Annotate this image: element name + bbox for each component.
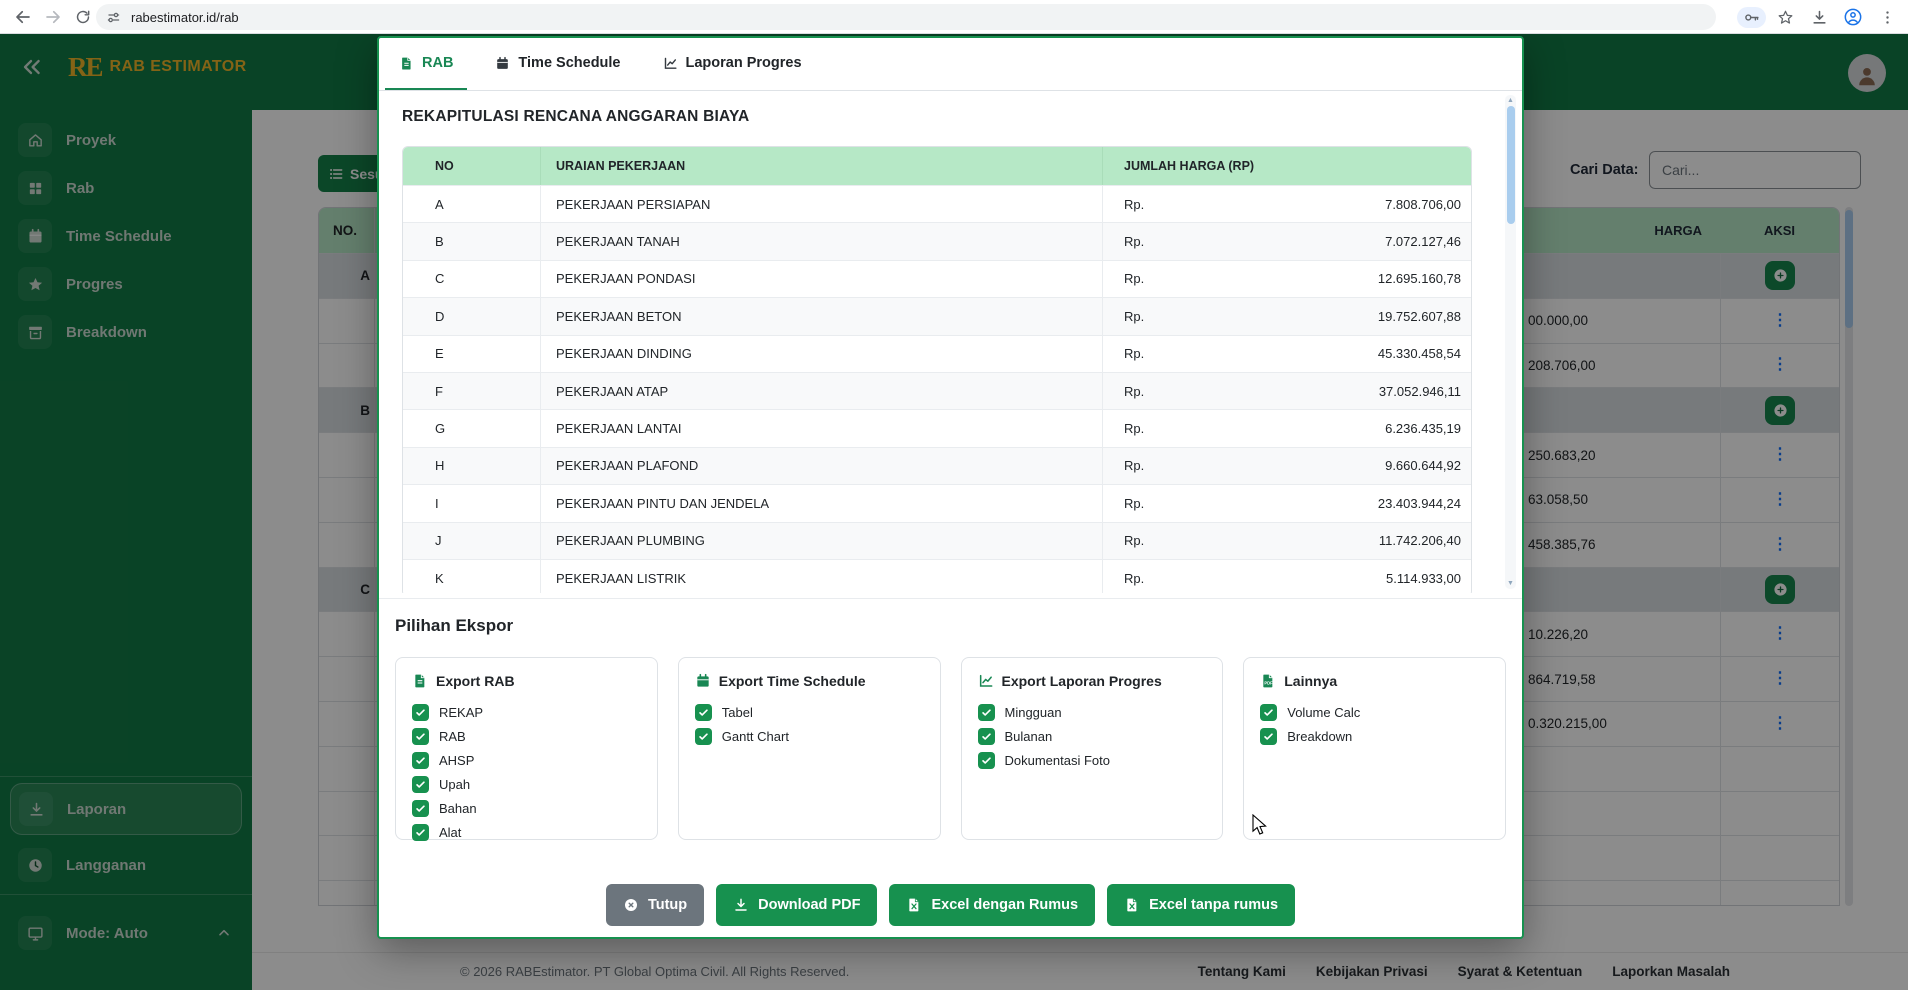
download-icon <box>733 897 749 913</box>
chart-icon <box>663 56 678 71</box>
modal-footer: Tutup Download PDF Excel dengan Rumus Ex… <box>379 884 1522 928</box>
rekap-row: DPEKERJAAN BETONRp.19.752.607,88 <box>403 297 1471 334</box>
downloads-icon[interactable] <box>1804 2 1834 32</box>
rekap-row: JPEKERJAAN PLUMBINGRp.11.742.206,40 <box>403 522 1471 559</box>
chart-icon <box>978 673 994 689</box>
modal-scroll-area[interactable]: REKAPITULASI RENCANA ANGGARAN BIAYA NO U… <box>379 91 1522 593</box>
rekap-row: EPEKERJAAN DINDINGRp.45.330.458,54 <box>403 335 1471 372</box>
scrollbar-thumb[interactable] <box>1507 106 1515 224</box>
checkbox-checked-icon <box>412 800 429 817</box>
checkbox-mingguan[interactable]: Mingguan <box>978 700 1207 724</box>
x-circle-icon <box>623 897 639 913</box>
checkbox-ahsp[interactable]: AHSP <box>412 748 641 772</box>
url-text: rabestimator.id/rab <box>131 10 239 25</box>
rekap-row: CPEKERJAAN PONDASIRp.12.695.160,78 <box>403 260 1471 297</box>
checkbox-checked-icon <box>412 776 429 793</box>
excel-file-icon <box>906 897 922 913</box>
tab-laporan-progres[interactable]: Laporan Progres <box>649 38 816 90</box>
rekap-row: FPEKERJAAN ATAPRp.37.052.946,11 <box>403 372 1471 409</box>
file-icon <box>412 673 428 689</box>
screen: rabestimator.id/rab RE RAB ESTIMATOR Pro… <box>0 0 1908 990</box>
browser-menu-icon[interactable] <box>1872 2 1902 32</box>
browser-forward-button[interactable] <box>38 2 68 32</box>
password-key-pill <box>1737 7 1766 28</box>
export-time-schedule-card: Export Time Schedule Tabel Gantt Chart <box>678 657 941 840</box>
export-heading: Pilihan Ekspor <box>395 616 1522 636</box>
download-pdf-button[interactable]: Download PDF <box>716 884 877 926</box>
calendar-icon <box>695 673 711 689</box>
site-settings-icon[interactable] <box>106 10 121 25</box>
modal-title: REKAPITULASI RENCANA ANGGARAN BIAYA <box>402 108 1522 126</box>
browser-reload-button[interactable] <box>68 2 98 32</box>
checkbox-alat[interactable]: Alat <box>412 820 641 844</box>
rekap-row: GPEKERJAAN LANTAIRp.6.236.435,19 <box>403 409 1471 446</box>
checkbox-checked-icon <box>978 752 995 769</box>
calendar-icon <box>495 56 510 71</box>
checkbox-checked-icon <box>695 704 712 721</box>
bookmark-star-icon[interactable] <box>1770 2 1800 32</box>
scroll-up-arrow[interactable]: ▲ <box>1505 97 1516 104</box>
checkbox-tabel[interactable]: Tabel <box>695 700 924 724</box>
tab-rab[interactable]: RAB <box>385 38 467 90</box>
checkbox-dokumentasi-foto[interactable]: Dokumentasi Foto <box>978 748 1207 772</box>
checkbox-checked-icon <box>1260 728 1277 745</box>
checkbox-bulanan[interactable]: Bulanan <box>978 724 1207 748</box>
excel-file-icon <box>1124 897 1140 913</box>
excel-without-formulas-button[interactable]: Excel tanpa rumus <box>1107 884 1295 926</box>
export-laporan-progres-card: Export Laporan Progres Mingguan Bulanan … <box>961 657 1224 840</box>
checkbox-volume-calc[interactable]: Volume Calc <box>1260 700 1489 724</box>
rekap-row: KPEKERJAAN LISTRIKRp.5.114.933,00 <box>403 559 1471 593</box>
rekap-row: IPEKERJAAN PINTU DAN JENDELARp.23.403.94… <box>403 484 1471 521</box>
checkbox-breakdown[interactable]: Breakdown <box>1260 724 1489 748</box>
export-lainnya-card: Lainnya Volume Calc Breakdown <box>1243 657 1506 840</box>
checkbox-gantt-chart[interactable]: Gantt Chart <box>695 724 924 748</box>
password-key-icon[interactable] <box>1743 9 1760 26</box>
excel-with-formulas-button[interactable]: Excel dengan Rumus <box>889 884 1095 926</box>
rekap-row: HPEKERJAAN PLAFONDRp.9.660.644,92 <box>403 447 1471 484</box>
browser-back-button[interactable] <box>8 2 38 32</box>
modal-scrollbar[interactable]: ▲ ▼ <box>1505 95 1516 589</box>
checkbox-upah[interactable]: Upah <box>412 772 641 796</box>
browser-toolbar: rabestimator.id/rab <box>0 0 1908 34</box>
close-button[interactable]: Tutup <box>606 884 704 926</box>
browser-profile-avatar[interactable] <box>1838 2 1868 32</box>
checkbox-checked-icon <box>412 824 429 841</box>
checkbox-checked-icon <box>1260 704 1277 721</box>
rekap-row: BPEKERJAAN TANAHRp.7.072.127,46 <box>403 222 1471 259</box>
tab-time-schedule[interactable]: Time Schedule <box>481 38 634 90</box>
laporan-export-modal: RAB Time Schedule Laporan Progres REKAPI… <box>377 36 1524 939</box>
address-bar[interactable]: rabestimator.id/rab <box>96 4 1716 30</box>
modal-tab-bar: RAB Time Schedule Laporan Progres <box>379 38 1522 91</box>
checkbox-checked-icon <box>412 704 429 721</box>
export-options-section: Pilihan Ekspor Export RAB REKAP RAB AHSP… <box>379 598 1522 840</box>
checkbox-checked-icon <box>978 704 995 721</box>
rekap-table-header: NO URAIAN PEKERJAAN JUMLAH HARGA (RP) <box>403 147 1471 185</box>
rekap-row: APEKERJAAN PERSIAPANRp.7.808.706,00 <box>403 185 1471 222</box>
file-pdf-icon <box>1260 673 1276 689</box>
rekap-table: NO URAIAN PEKERJAAN JUMLAH HARGA (RP) AP… <box>402 146 1472 593</box>
checkbox-checked-icon <box>695 728 712 745</box>
checkbox-checked-icon <box>412 752 429 769</box>
export-rab-card: Export RAB REKAP RAB AHSP Upah Bahan Ala… <box>395 657 658 840</box>
checkbox-bahan[interactable]: Bahan <box>412 796 641 820</box>
file-icon <box>399 56 414 71</box>
checkbox-rab[interactable]: RAB <box>412 724 641 748</box>
scroll-down-arrow[interactable]: ▼ <box>1505 580 1516 587</box>
checkbox-checked-icon <box>412 728 429 745</box>
checkbox-checked-icon <box>978 728 995 745</box>
checkbox-rekap[interactable]: REKAP <box>412 700 641 724</box>
mouse-cursor <box>1252 814 1269 838</box>
